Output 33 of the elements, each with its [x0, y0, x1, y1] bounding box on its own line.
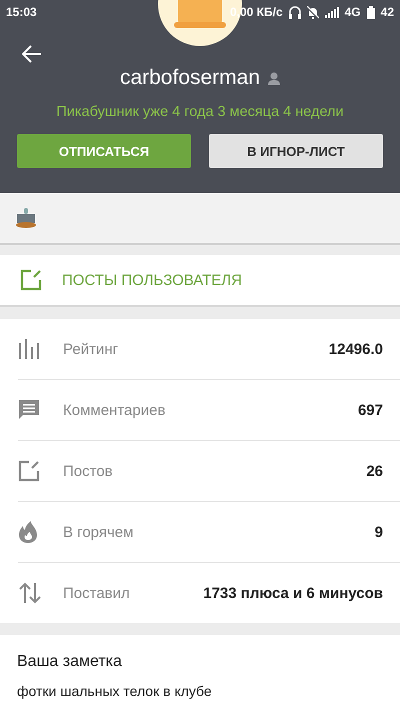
note-title: Ваша заметка [17, 653, 123, 671]
stat-label: Поставил [63, 584, 131, 602]
award-icon [15, 208, 37, 228]
flame-icon [18, 520, 38, 544]
stat-value: 12496.0 [328, 340, 384, 358]
stat-label: Постов [63, 462, 114, 480]
comment-icon [18, 399, 40, 421]
stat-label: Рейтинг [63, 340, 120, 358]
battery-level: 42 [380, 5, 394, 19]
user-posts-link[interactable]: ПОСТЫ ПОЛЬЗОВАТЕЛЯ [0, 255, 400, 307]
edit-icon [18, 460, 40, 482]
clock: 15:03 [6, 5, 37, 19]
unsubscribe-button[interactable]: ОТПИСАТЬСЯ [17, 134, 191, 168]
stat-label: В горячем [63, 524, 134, 540]
bar-chart-icon [18, 339, 40, 359]
muted-bell-icon [306, 6, 319, 18]
battery-icon [366, 6, 375, 18]
username: carbofoserman [120, 66, 260, 90]
ignore-list-button[interactable]: В ИГНОР-ЛИСТ [209, 134, 383, 168]
stat-label: Комментариев [63, 402, 166, 418]
stat-value: 697 [358, 402, 384, 418]
stat-value: 9 [374, 524, 384, 540]
headphones-icon [288, 6, 301, 18]
edit-icon [20, 269, 42, 291]
up-down-arrows-icon [18, 582, 42, 604]
signal-icon [324, 6, 339, 18]
note-text: фотки шальных телок в клубе [17, 683, 213, 699]
network-type: 4G [344, 5, 361, 19]
stat-value: 1733 плюса и 6 минусов [203, 584, 384, 602]
membership-duration: Пикабушник уже 4 года 3 месяца 4 недели [55, 104, 345, 120]
back-arrow-icon[interactable] [22, 44, 42, 64]
person-icon [268, 72, 280, 84]
stat-value: 26 [366, 462, 384, 480]
